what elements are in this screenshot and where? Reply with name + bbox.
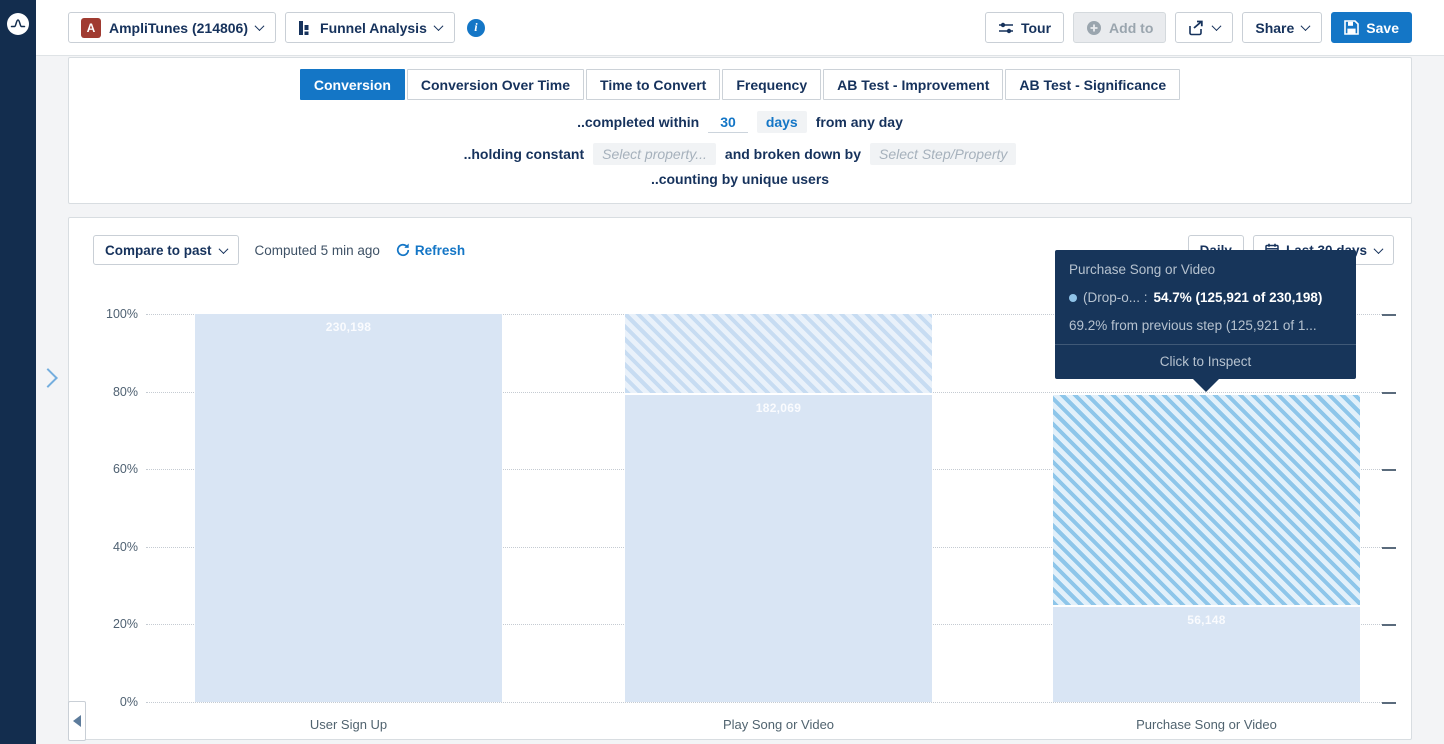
tab-time-to-convert[interactable]: Time to Convert xyxy=(586,69,720,100)
chevron-down-icon xyxy=(1301,21,1311,31)
dropoff-segment-purchase-song-or-video[interactable] xyxy=(1053,395,1360,605)
chart-tooltip: Purchase Song or Video (Drop-o... : 54.7… xyxy=(1055,250,1356,379)
top-header: A AmpliTunes (214806) Funnel Analysis i … xyxy=(36,0,1444,56)
completed-within-row: ..completed within 30 days from any day xyxy=(69,111,1411,133)
tab-ab-test-improvement[interactable]: AB Test - Improvement xyxy=(823,69,1003,100)
tour-label: Tour xyxy=(1021,20,1051,36)
compare-to-past-label: Compare to past xyxy=(105,243,212,258)
x-axis-label-purchase-song-or-video: Purchase Song or Video xyxy=(1053,717,1360,732)
chevron-down-icon xyxy=(1212,21,1222,31)
holding-constant-row: ..holding constant Select property... an… xyxy=(69,143,1411,165)
conversion-bar-purchase-song-or-video[interactable]: 56,148 xyxy=(1053,607,1360,702)
info-icon[interactable]: i xyxy=(467,19,485,37)
export-button[interactable] xyxy=(1175,12,1233,43)
holding-constant-label: ..holding constant xyxy=(464,146,585,162)
chevron-down-icon xyxy=(1374,244,1384,254)
amplitude-logo-icon[interactable] xyxy=(7,13,29,35)
query-builder-card: ConversionConversion Over TimeTime to Co… xyxy=(68,57,1412,204)
previous-page-button[interactable] xyxy=(68,701,86,741)
computed-timestamp: Computed 5 min ago xyxy=(255,243,380,258)
expand-panel-chevron-icon[interactable] xyxy=(38,368,58,388)
breakdown-select[interactable]: Select Step/Property xyxy=(870,143,1016,165)
bar-value-label: 182,069 xyxy=(625,401,932,415)
y-axis-tick-0%: 0% xyxy=(78,695,138,709)
completed-within-label: ..completed within xyxy=(577,114,699,130)
tooltip-value-line: (Drop-o... : 54.7% (125,921 of 230,198) xyxy=(1069,290,1342,305)
tour-button[interactable]: Tour xyxy=(985,12,1064,43)
chevron-down-icon xyxy=(433,21,443,31)
tab-frequency[interactable]: Frequency xyxy=(722,69,821,100)
app-sidebar xyxy=(0,0,36,744)
tooltip-arrow xyxy=(1192,378,1220,392)
conversion-bar-user-sign-up[interactable]: 230,198 xyxy=(195,314,502,702)
analysis-type-label: Funnel Analysis xyxy=(320,20,427,36)
chevron-down-icon xyxy=(255,21,265,31)
add-to-button[interactable]: Add to xyxy=(1073,12,1166,43)
refresh-icon xyxy=(396,243,410,257)
share-label: Share xyxy=(1255,20,1294,36)
counting-by-row: ..counting by unique users xyxy=(69,171,1411,187)
tooltip-from-previous: 69.2% from previous step (125,921 of 1..… xyxy=(1069,318,1342,333)
gridline-0% xyxy=(146,702,1396,703)
broken-down-by-label: and broken down by xyxy=(725,146,861,162)
counting-by-label[interactable]: ..counting by unique users xyxy=(651,171,829,187)
refresh-label: Refresh xyxy=(415,243,465,258)
analysis-type-selector[interactable]: Funnel Analysis xyxy=(285,12,455,43)
pulse-wave-icon xyxy=(10,16,26,32)
chevron-down-icon xyxy=(218,244,228,254)
plus-circle-icon xyxy=(1086,20,1102,36)
x-axis-label-play-song-or-video: Play Song or Video xyxy=(625,717,932,732)
project-avatar: A xyxy=(81,18,101,38)
conversion-bar-play-song-or-video[interactable]: 182,069 xyxy=(625,395,932,702)
sliders-icon xyxy=(998,21,1014,35)
y-axis-tick-20%: 20% xyxy=(78,617,138,631)
tooltip-value: 54.7% (125,921 of 230,198) xyxy=(1154,290,1323,305)
tooltip-title: Purchase Song or Video xyxy=(1069,262,1342,277)
dropoff-segment-play-song-or-video[interactable] xyxy=(625,314,932,393)
analysis-tabs: ConversionConversion Over TimeTime to Co… xyxy=(69,69,1411,100)
save-floppy-icon xyxy=(1344,20,1359,35)
completed-within-input[interactable]: 30 xyxy=(708,112,748,133)
add-to-label: Add to xyxy=(1109,20,1153,36)
compare-to-past-button[interactable]: Compare to past xyxy=(93,235,239,265)
bar-value-label: 230,198 xyxy=(195,320,502,334)
y-axis-tick-100%: 100% xyxy=(78,307,138,321)
tab-conversion-over-time[interactable]: Conversion Over Time xyxy=(407,69,584,100)
project-selector[interactable]: A AmpliTunes (214806) xyxy=(68,12,276,43)
series-dot-icon xyxy=(1069,294,1077,302)
save-label: Save xyxy=(1366,20,1399,36)
tab-ab-test-significance[interactable]: AB Test - Significance xyxy=(1005,69,1180,100)
left-arrow-icon xyxy=(73,715,81,727)
project-name: AmpliTunes (214806) xyxy=(109,20,248,36)
share-button[interactable]: Share xyxy=(1242,12,1322,43)
tooltip-click-to-inspect[interactable]: Click to Inspect xyxy=(1055,344,1356,379)
tooltip-series-label: (Drop-o... : xyxy=(1083,290,1148,305)
funnel-chart-icon xyxy=(298,20,313,36)
y-axis-tick-80%: 80% xyxy=(78,385,138,399)
export-icon xyxy=(1188,20,1205,36)
y-axis-tick-60%: 60% xyxy=(78,462,138,476)
x-axis-label-user-sign-up: User Sign Up xyxy=(195,717,502,732)
from-any-day-label: from any day xyxy=(816,114,903,130)
refresh-button[interactable]: Refresh xyxy=(396,243,465,258)
holding-constant-select[interactable]: Select property... xyxy=(593,143,716,165)
tab-conversion[interactable]: Conversion xyxy=(300,69,405,100)
bar-value-label: 56,148 xyxy=(1053,613,1360,627)
header-actions: Tour Add to Share Save xyxy=(985,12,1412,43)
save-button[interactable]: Save xyxy=(1331,12,1412,43)
completed-unit-dropdown[interactable]: days xyxy=(757,111,807,133)
y-axis-tick-40%: 40% xyxy=(78,540,138,554)
